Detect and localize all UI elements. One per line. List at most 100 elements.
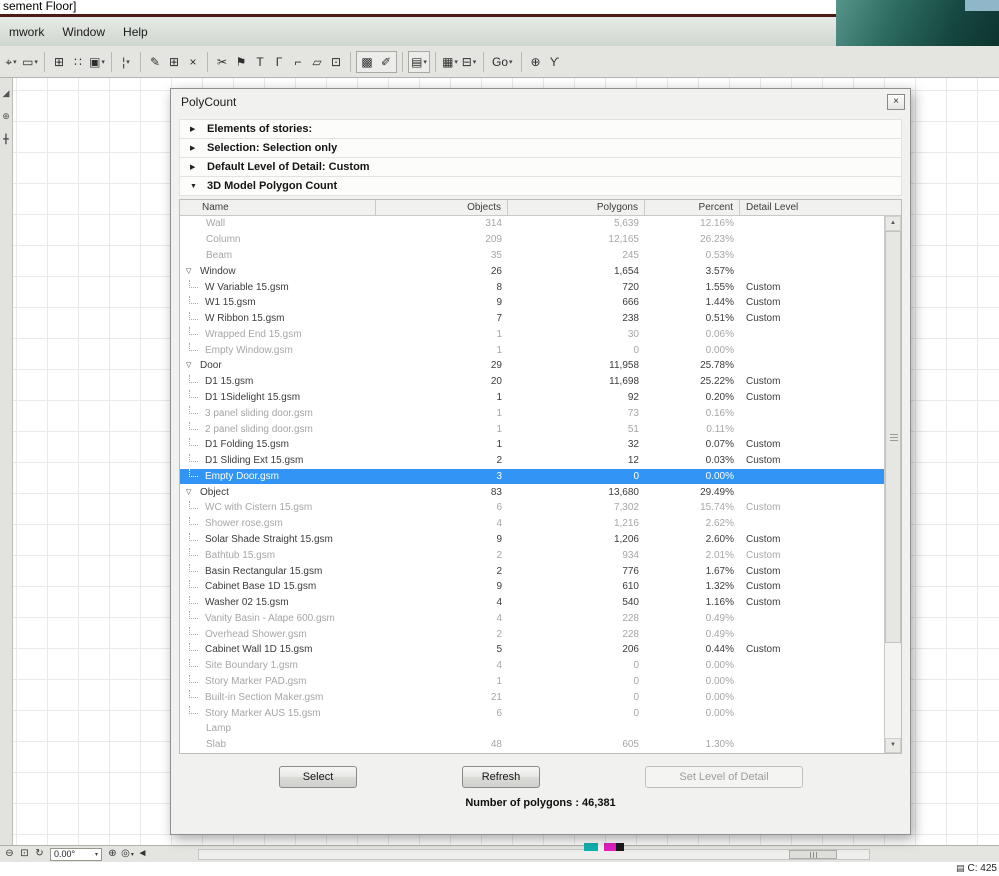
table-row[interactable]: Slab 48 605 1.30% [180, 737, 884, 753]
rotate-view-button[interactable]: ↻ [32, 847, 47, 861]
marquee-tool-button[interactable]: ▭ ▾ [21, 52, 39, 72]
menu-item-mwork[interactable]: mwork [0, 17, 53, 46]
table-row[interactable]: Wall 314 5,639 12.16% [180, 216, 884, 232]
tree-expanded-icon[interactable]: ▽ [186, 485, 196, 500]
layout-window-button[interactable]: ▤ ▾ [410, 52, 428, 72]
fill-tool-button[interactable]: ▣ ▾ [88, 52, 106, 72]
mesh-tool-button[interactable]: ⊞ [165, 52, 183, 72]
table-row[interactable]: Shower rose.gsm 4 1,216 2.62% [180, 516, 884, 532]
table-row[interactable]: Cabinet Wall 1D 15.gsm 5 206 0.44% Custom [180, 642, 884, 658]
fillet-tool-button[interactable]: ⌐ [289, 52, 307, 72]
scrollbar-thumb[interactable] [885, 231, 901, 643]
select-button[interactable]: Select [279, 766, 357, 788]
table-row[interactable]: Bathtub 15.gsm 2 934 2.01% Custom [180, 547, 884, 563]
table-row[interactable]: D1 Folding 15.gsm 1 32 0.07% Custom [180, 437, 884, 453]
table-row[interactable]: Wrapped End 15.gsm 1 30 0.06% [180, 326, 884, 342]
table-row[interactable]: Empty Window.gsm 1 0 0.00% [180, 342, 884, 358]
zoom-out-button[interactable]: ⊖ [2, 847, 17, 861]
table-row[interactable]: ▽ Window 26 1,654 3.57% [180, 263, 884, 279]
table-row[interactable]: ▽ Door 29 11,958 25.78% [180, 358, 884, 374]
dialog-titlebar[interactable]: PolyCount × [171, 89, 910, 115]
flag-tool-button[interactable]: ⚑ [232, 52, 250, 72]
scroll-up-button[interactable]: ▲ [885, 216, 901, 231]
section-elements-of-stories[interactable]: ▶ Elements of stories: [180, 120, 901, 139]
delete-tool-button[interactable]: × [184, 52, 202, 72]
line-weight-dropdown-icon[interactable]: ▾ [126, 58, 130, 66]
zoom-in-button[interactable]: ⊕ [105, 847, 120, 861]
table-row[interactable]: Lamp [180, 721, 884, 737]
table-row[interactable]: Built-in Section Maker.gsm 21 0 0.00% [180, 689, 884, 705]
table-row[interactable]: Beam 35 245 0.53% [180, 248, 884, 264]
line-weight-button[interactable]: ¦ ▾ [117, 52, 135, 72]
table-scrollbar[interactable]: ▲ ▼ [884, 216, 901, 753]
zoom-fit-button[interactable]: ⊡ [17, 847, 32, 861]
marquee-tool-dropdown-icon[interactable]: ▾ [34, 58, 38, 66]
rotation-angle-field[interactable]: 0.00° ▾ [50, 847, 102, 861]
horizontal-scrollbar-thumb[interactable] [789, 850, 837, 859]
table-row[interactable]: D1 15.gsm 20 11,698 25.22% Custom [180, 374, 884, 390]
table-row[interactable]: W1 15.gsm 9 666 1.44% Custom [180, 295, 884, 311]
copy-tool-button[interactable]: ⊡ [327, 52, 345, 72]
table-row[interactable]: Story Marker PAD.gsm 1 0 0.00% [180, 674, 884, 690]
table-row[interactable]: WC with Cistern 15.gsm 6 7,302 15.74% Custom [180, 500, 884, 516]
column-header-name[interactable]: Name [180, 200, 376, 215]
scroll-left-button[interactable]: ◄ [135, 847, 150, 861]
table-row[interactable]: Basin Rectangular 15.gsm 2 776 1.67% Custom [180, 563, 884, 579]
section-3d-model-polygon-count[interactable]: ▼ 3D Model Polygon Count [180, 177, 901, 196]
table-row[interactable]: Overhead Shower.gsm 2 228 0.49% [180, 626, 884, 642]
go-menu-dropdown-icon[interactable]: ▾ [509, 58, 513, 66]
table-row[interactable]: Site Boundary 1.gsm 4 0 0.00% [180, 658, 884, 674]
column-header-detail-level[interactable]: Detail Level [740, 200, 901, 215]
fill-tool-dropdown-icon[interactable]: ▾ [101, 58, 105, 66]
table-row[interactable]: Vanity Basin - Alape 600.gsm 4 228 0.49% [180, 611, 884, 627]
snap-points-button[interactable]: ∷ [69, 52, 87, 72]
refresh-button[interactable]: Refresh [462, 766, 540, 788]
corner-tool-button[interactable]: Γ [270, 52, 288, 72]
stretch-tool-button[interactable]: ▱ [308, 52, 326, 72]
view-options-dropdown-icon[interactable]: ▾ [131, 851, 134, 858]
section-view-button[interactable]: ⊟ ▾ [460, 52, 478, 72]
scroll-down-button[interactable]: ▼ [885, 738, 901, 753]
horizontal-scrollbar[interactable] [198, 849, 870, 860]
snap-grid-button[interactable]: ⊞ [50, 52, 68, 72]
section-default-level-of-detail-custom[interactable]: ▶ Default Level of Detail: Custom [180, 158, 901, 177]
3d-window-button[interactable]: ▩ [358, 52, 376, 72]
column-header-polygons[interactable]: Polygons [508, 200, 645, 215]
select-tool-dropdown-icon[interactable]: ▾ [13, 58, 17, 66]
table-row[interactable]: W Ribbon 15.gsm 7 238 0.51% Custom [180, 311, 884, 327]
table-row[interactable]: Story Marker AUS 15.gsm 6 0 0.00% [180, 705, 884, 721]
adjust-tool-button[interactable]: T [251, 52, 269, 72]
menu-item-help[interactable]: Help [114, 17, 157, 46]
table-row[interactable]: 3 panel sliding door.gsm 1 73 0.16% [180, 405, 884, 421]
table-row[interactable]: Solar Shade Straight 15.gsm 9 1,206 2.60% Cu… [180, 532, 884, 548]
image-view-button[interactable]: ▦ ▾ [441, 52, 459, 72]
tree-expanded-icon[interactable]: ▽ [186, 358, 196, 373]
table-row[interactable]: 2 panel sliding door.gsm 1 51 0.11% [180, 421, 884, 437]
comment-tool-button[interactable]: ⊕ [527, 52, 545, 72]
go-menu-button[interactable]: Go ▾ [489, 52, 516, 72]
tree-expanded-icon[interactable]: ▽ [186, 264, 196, 279]
section-view-dropdown-icon[interactable]: ▾ [473, 58, 477, 66]
image-view-dropdown-icon[interactable]: ▾ [454, 58, 458, 66]
table-row[interactable]: Cabinet Base 1D 15.gsm 9 610 1.32% Custom [180, 579, 884, 595]
paint-tool-button[interactable]: ✐ [377, 52, 395, 72]
walk-tool-button[interactable]: ϒ [546, 52, 564, 72]
close-button[interactable]: × [887, 94, 905, 110]
layout-window-dropdown-icon[interactable]: ▾ [423, 58, 427, 66]
table-row[interactable]: Empty Door.gsm 3 0 0.00% [180, 468, 884, 485]
section-selection-selection-only[interactable]: ▶ Selection: Selection only [180, 139, 901, 158]
menu-item-window[interactable]: Window [53, 17, 114, 46]
table-row[interactable]: D1 Sliding Ext 15.gsm 2 12 0.03% Custom [180, 453, 884, 469]
view-options-button[interactable]: ◎ ▾ [120, 847, 135, 861]
table-row[interactable]: Washer 02 15.gsm 4 540 1.16% Custom [180, 595, 884, 611]
split-tool-button[interactable]: ✂ [213, 52, 231, 72]
table-row[interactable]: Column 209 12,165 26.23% [180, 232, 884, 248]
table-row[interactable]: ▽ Object 83 13,680 29.49% [180, 484, 884, 500]
table-row[interactable]: D1 1Sidelight 15.gsm 1 92 0.20% Custom [180, 390, 884, 406]
table-row[interactable]: W Variable 15.gsm 8 720 1.55% Custom [180, 279, 884, 295]
column-header-percent[interactable]: Percent [645, 200, 740, 215]
select-tool-button[interactable]: ⌖ ▾ [2, 52, 20, 72]
column-header-objects[interactable]: Objects [376, 200, 508, 215]
annotate-tool-button[interactable]: ✎ [146, 52, 164, 72]
rotation-angle-dropdown-icon[interactable]: ▾ [95, 851, 98, 858]
